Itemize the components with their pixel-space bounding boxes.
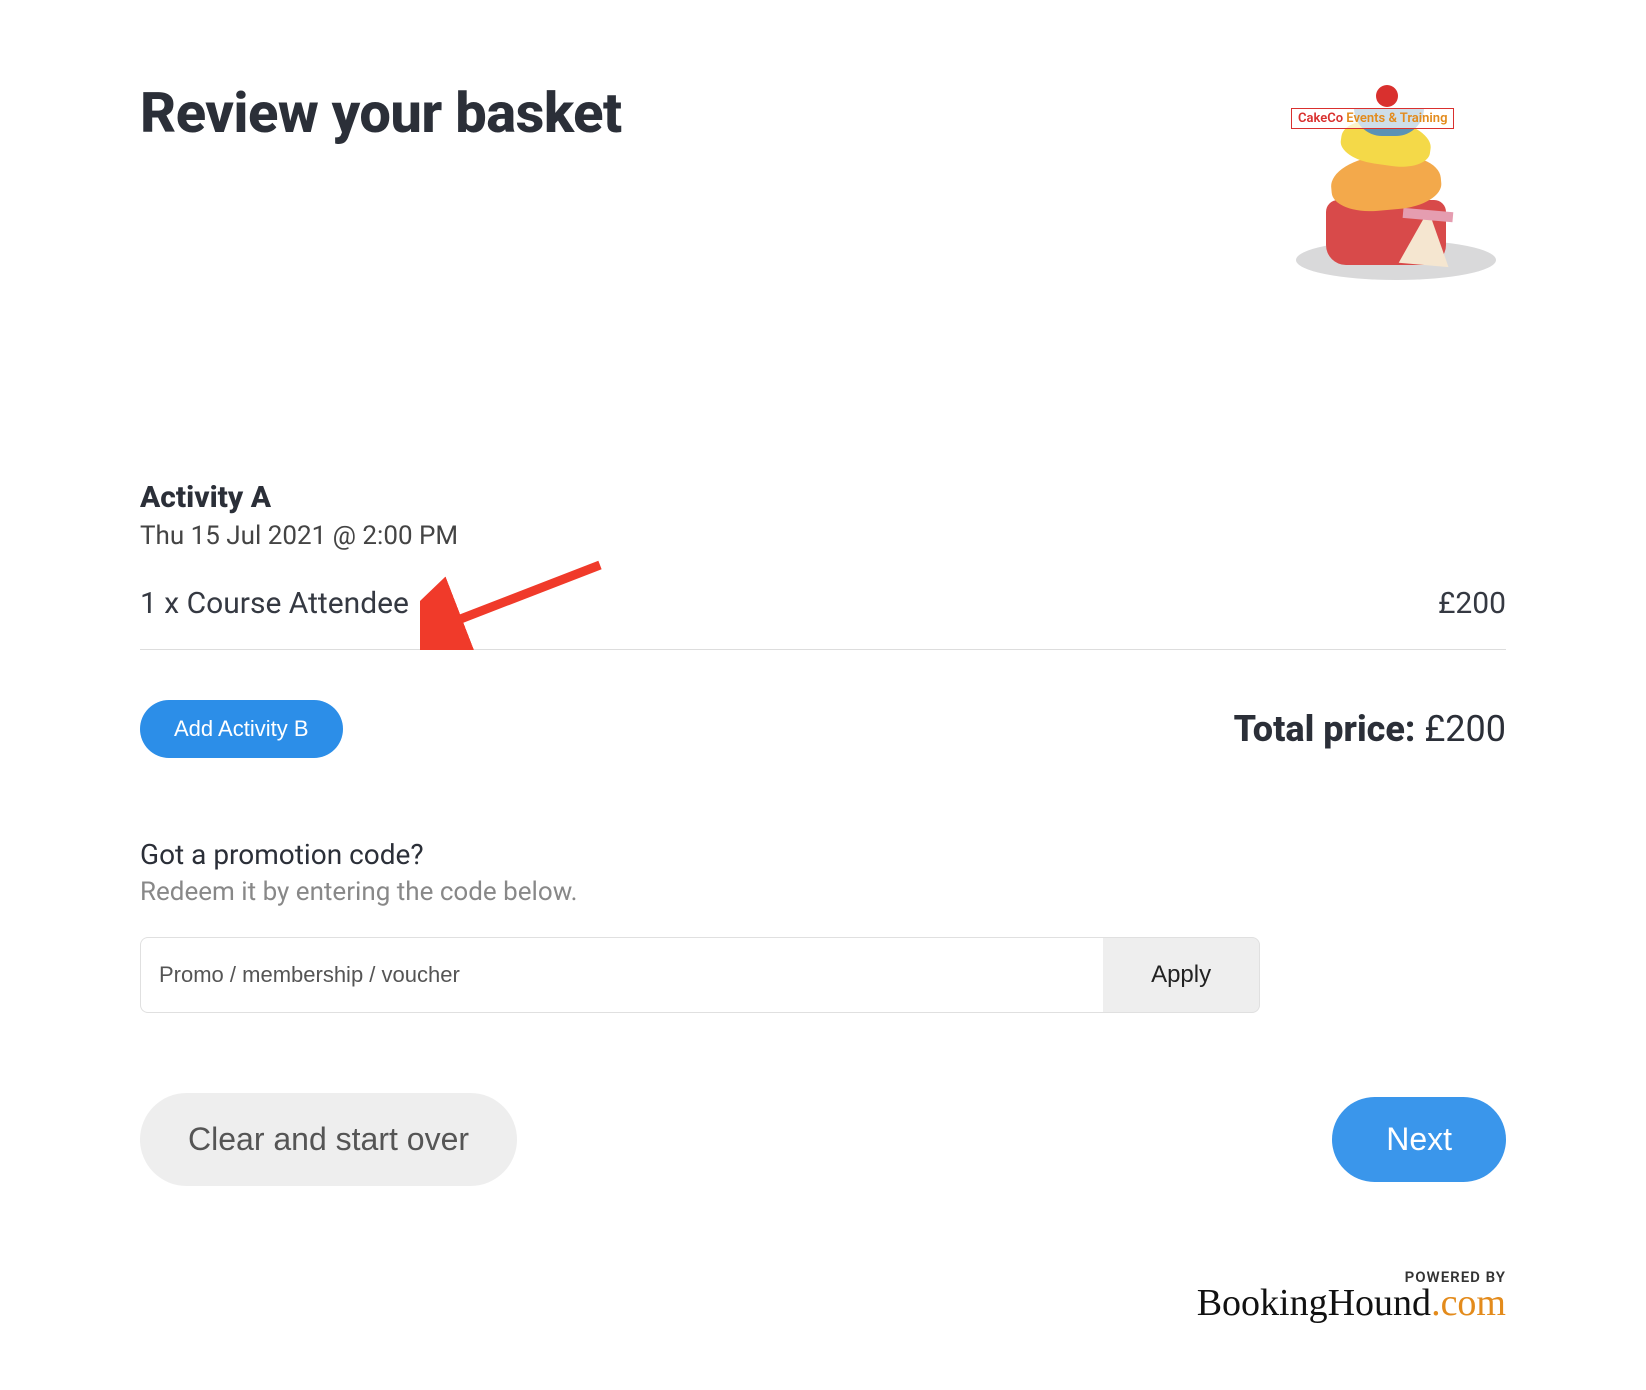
basket-item: Activity A Thu 15 Jul 2021 @ 2:00 PM 1 x… — [140, 480, 1506, 650]
total-price: Total price: £200 — [1234, 708, 1506, 750]
powered-by-brand: BookingHound.com — [1197, 1286, 1506, 1320]
promo-heading: Got a promotion code? — [140, 838, 1506, 871]
line-item-price: £200 — [1438, 586, 1506, 621]
line-item-description: 1 x Course Attendee — [140, 586, 409, 621]
activity-datetime: Thu 15 Jul 2021 @ 2:00 PM — [140, 521, 1506, 551]
page-title: Review your basket — [140, 80, 622, 146]
brand-logo: CakeCo Events & Training — [1286, 80, 1506, 300]
add-activity-button[interactable]: Add Activity B — [140, 700, 343, 758]
promo-subheading: Redeem it by entering the code below. — [140, 877, 1506, 907]
brand-logo-label: CakeCo Events & Training — [1291, 108, 1454, 129]
promo-code-input[interactable] — [140, 937, 1103, 1013]
line-item-row: 1 x Course Attendee £200 — [140, 586, 1506, 650]
activity-name: Activity A — [140, 480, 1506, 515]
apply-promo-button[interactable]: Apply — [1103, 937, 1260, 1013]
powered-by-attribution: POWERED BY BookingHound.com — [1197, 1268, 1506, 1320]
next-button[interactable]: Next — [1332, 1097, 1506, 1182]
clear-button[interactable]: Clear and start over — [140, 1093, 517, 1186]
